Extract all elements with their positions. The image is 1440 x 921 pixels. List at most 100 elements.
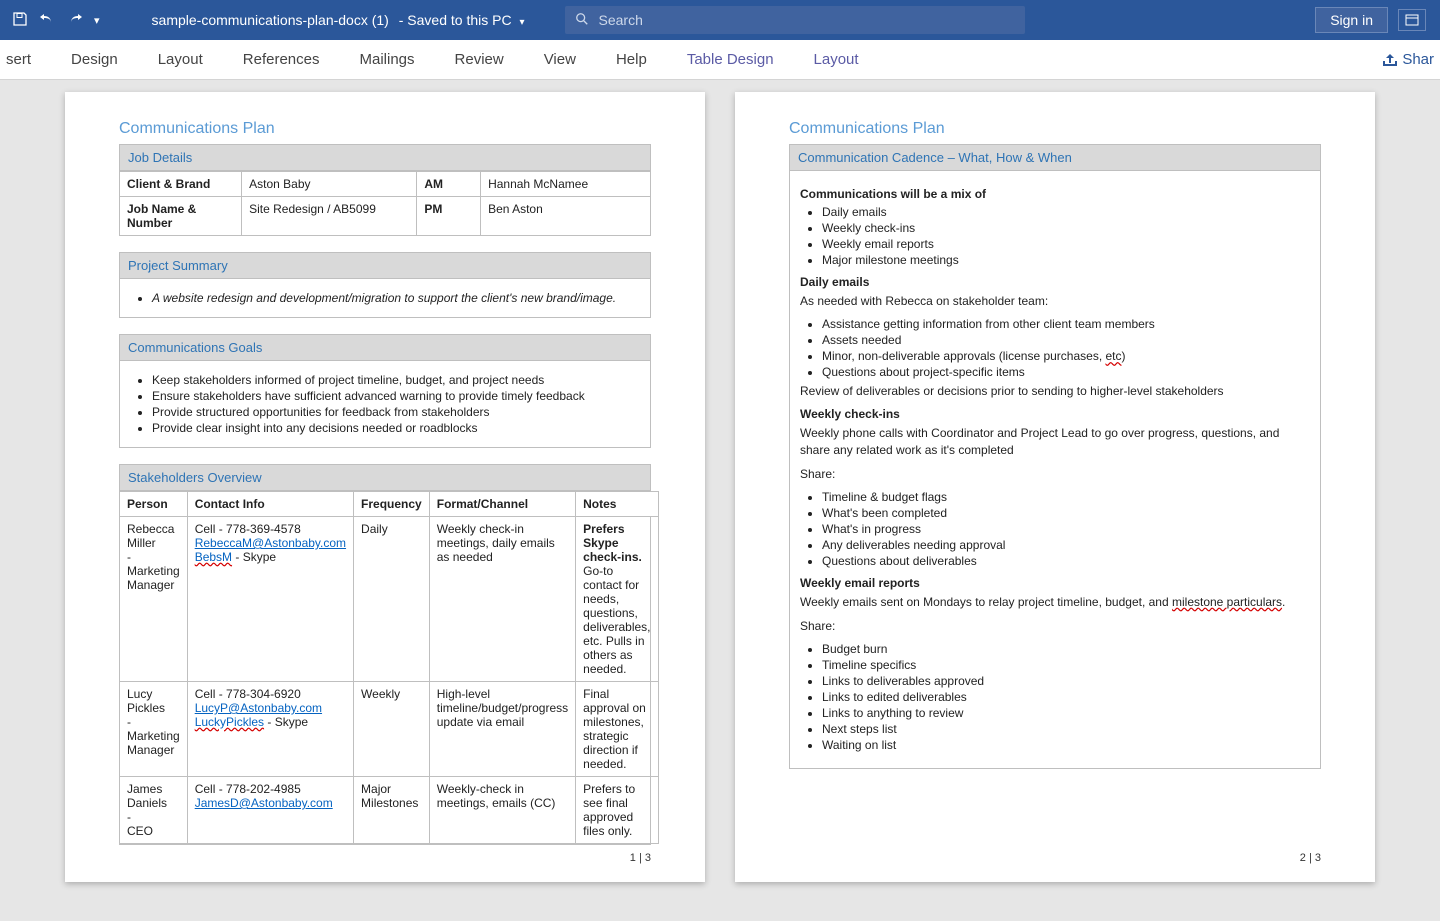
cell-format: Weekly check-in meetings, daily emails a… (429, 517, 575, 682)
tab-view[interactable]: View (524, 40, 596, 79)
list-item: What's in progress (822, 522, 1310, 536)
document-name: sample-communications-plan-docx (1) (152, 12, 389, 28)
email-link[interactable]: JamesD@Astonbaby.com (195, 796, 333, 810)
skype-handle: LuckyPickles (195, 715, 264, 729)
tab-table-design[interactable]: Table Design (667, 40, 794, 79)
cell-notes: Prefers Skype check-ins.Go-to contact fo… (576, 517, 658, 682)
doc-title: Communications Plan (789, 120, 1321, 138)
section-cadence-header: Communication Cadence – What, How & When (789, 144, 1321, 171)
save-status[interactable]: - Saved to this PC (399, 12, 512, 28)
redo-icon[interactable] (66, 11, 84, 30)
cell-contact: Cell - 778-369-4578RebeccaM@Astonbaby.co… (187, 517, 353, 682)
email-link[interactable]: LucyP@Astonbaby.com (195, 701, 322, 715)
label: AM (417, 172, 481, 197)
section-goals-body: Keep stakeholders informed of project ti… (119, 361, 651, 448)
page-1[interactable]: Communications Plan Job Details Client &… (65, 92, 705, 882)
value: Aston Baby (242, 172, 417, 197)
table-job-details[interactable]: Client & Brand Aston Baby AM Hannah McNa… (119, 171, 651, 236)
list-item: Next steps list (822, 722, 1310, 736)
tab-mailings[interactable]: Mailings (339, 40, 434, 79)
list-item: Links to anything to review (822, 706, 1310, 720)
skype-handle: BebsM (195, 550, 232, 564)
page-2[interactable]: Communications Plan Communication Cadenc… (735, 92, 1375, 882)
summary-bullet: A website redesign and development/migra… (152, 291, 640, 305)
table-row: James Daniels-CEOCell - 778-202-4985Jame… (120, 777, 658, 844)
cell-person: Lucy Pickles-Marketing Manager (120, 682, 187, 777)
customize-qat-icon[interactable]: ▾ (94, 14, 100, 27)
weekly-reports-p1: Weekly emails sent on Mondays to relay p… (800, 594, 1310, 610)
document-workspace[interactable]: Communications Plan Job Details Client &… (0, 80, 1440, 921)
quick-access-toolbar: ▾ (0, 11, 112, 30)
table-row: Rebecca Miller-Marketing ManagerCell - 7… (120, 517, 658, 682)
cell-frequency: Major Milestones (354, 777, 430, 844)
list-item: Keep stakeholders informed of project ti… (152, 373, 640, 387)
value: Ben Aston (481, 197, 651, 236)
section-cadence-body: Communications will be a mix of Daily em… (789, 171, 1321, 769)
share-label: Share: (800, 618, 1310, 634)
list-item: Minor, non-deliverable approvals (licens… (822, 349, 1310, 363)
cell-notes: Final approval on milestones, strategic … (576, 682, 658, 777)
list-item: Questions about project-specific items (822, 365, 1310, 379)
list-item: Assets needed (822, 333, 1310, 347)
search-icon (575, 12, 589, 29)
list-item: What's been completed (822, 506, 1310, 520)
chevron-down-icon[interactable]: ▾ (519, 17, 524, 28)
list-item: Assistance getting information from othe… (822, 317, 1310, 331)
section-summary-header: Project Summary (119, 252, 651, 279)
tab-help[interactable]: Help (596, 40, 667, 79)
section-summary-body: A website redesign and development/migra… (119, 279, 651, 318)
tab-insert[interactable]: sert (0, 40, 51, 79)
table-stakeholders[interactable]: PersonContact InfoFrequencyFormat/Channe… (120, 491, 659, 844)
value: Hannah McNamee (481, 172, 651, 197)
list-item: Timeline & budget flags (822, 490, 1310, 504)
weekly-checkins-heading: Weekly check-ins (800, 407, 1310, 421)
cell-format: Weekly-check in meetings, emails (CC) (429, 777, 575, 844)
mix-intro: Communications will be a mix of (800, 187, 1310, 201)
cell-contact: Cell - 778-202-4985JamesD@Astonbaby.com (187, 777, 353, 844)
list-item: Waiting on list (822, 738, 1310, 752)
undo-icon[interactable] (38, 11, 56, 30)
cell-notes: Prefers to see final approved files only… (576, 777, 658, 844)
list-item: Budget burn (822, 642, 1310, 656)
list-item: Major milestone meetings (822, 253, 1310, 267)
label: PM (417, 197, 481, 236)
tab-review[interactable]: Review (435, 40, 524, 79)
tab-references[interactable]: References (223, 40, 340, 79)
cell-person: James Daniels-CEO (120, 777, 187, 844)
tab-layout[interactable]: Layout (138, 40, 223, 79)
ribbon-tabs: sert Design Layout References Mailings R… (0, 40, 1440, 80)
cell-frequency: Weekly (354, 682, 430, 777)
sign-in-button[interactable]: Sign in (1315, 7, 1388, 33)
search-input[interactable] (597, 11, 1015, 29)
title-bar: ▾ sample-communications-plan-docx (1) - … (0, 0, 1440, 40)
list-item: Weekly check-ins (822, 221, 1310, 235)
list-item: Weekly email reports (822, 237, 1310, 251)
search-box[interactable] (565, 6, 1025, 34)
col-header: Notes (576, 492, 658, 517)
title-bar-right: Sign in (1315, 7, 1440, 33)
page-number: 1 | 3 (630, 852, 651, 864)
cell-contact: Cell - 778-304-6920LucyP@Astonbaby.comLu… (187, 682, 353, 777)
ribbon-display-icon[interactable] (1398, 9, 1426, 31)
col-header: Format/Channel (429, 492, 575, 517)
email-link[interactable]: RebeccaM@Astonbaby.com (195, 536, 346, 550)
list-item: Provide structured opportunities for fee… (152, 405, 640, 419)
label: Client & Brand (120, 172, 242, 197)
doc-title: Communications Plan (119, 120, 651, 138)
tab-table-layout[interactable]: Layout (794, 40, 879, 79)
page-number: 2 | 3 (1300, 852, 1321, 864)
daily-p1: As needed with Rebecca on stakeholder te… (800, 293, 1310, 309)
daily-p2: Review of deliverables or decisions prio… (800, 383, 1310, 399)
share-button[interactable]: Shar (1362, 40, 1440, 79)
cell-format: High-level timeline/budget/progress upda… (429, 682, 575, 777)
list-item: Daily emails (822, 205, 1310, 219)
weekly-reports-heading: Weekly email reports (800, 576, 1310, 590)
save-icon[interactable] (12, 11, 28, 30)
weekly-checkins-p1: Weekly phone calls with Coordinator and … (800, 425, 1310, 457)
list-item: Provide clear insight into any decisions… (152, 421, 640, 435)
col-header: Person (120, 492, 187, 517)
section-goals-header: Communications Goals (119, 334, 651, 361)
tab-design[interactable]: Design (51, 40, 138, 79)
cell-frequency: Daily (354, 517, 430, 682)
section-stakeholders-header: Stakeholders Overview (119, 464, 651, 491)
